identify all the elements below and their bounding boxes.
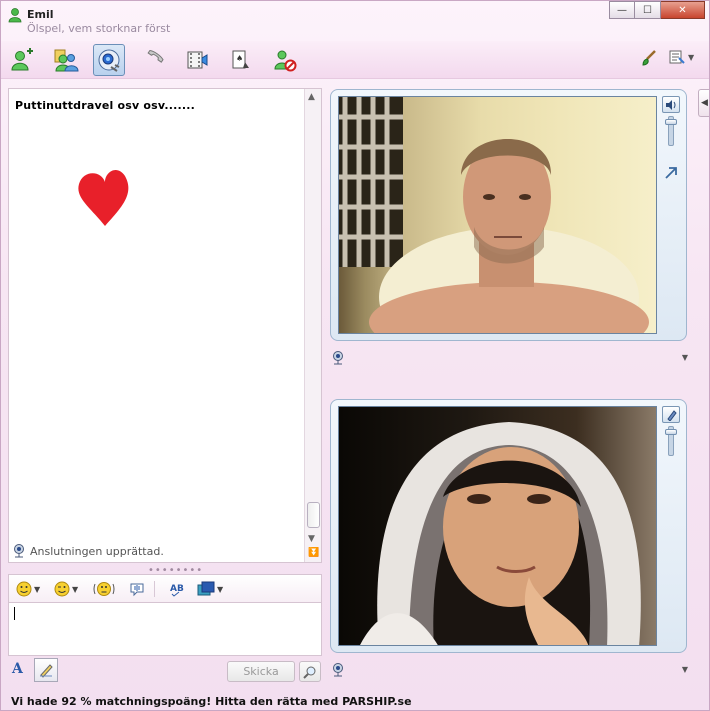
scroll-down-icon[interactable]: ▼ [308,534,315,544]
svg-text:AB: AB [170,584,184,594]
phone-call-icon [147,49,164,63]
webcam-icon[interactable] [332,663,344,677]
webcam-call-button[interactable] [93,44,125,76]
heart-ink-drawing [78,169,129,226]
messenger-buddy-icon [7,7,23,23]
show-menu-button[interactable]: ▼ [669,49,694,65]
chat-history[interactable]: Puttinuttdravel osv osv....... ▲ ▼ ⏬ Ans… [8,88,322,563]
block-contact-icon [274,50,297,72]
close-button[interactable]: ✕ [661,1,705,19]
history-scrollbar[interactable]: ▲ ▼ ⏬ [304,89,321,562]
wink-icon [54,581,70,597]
text-caret [14,607,15,620]
webcam-icon[interactable] [332,351,344,365]
games-button[interactable]: ♠ [225,44,257,76]
theme-button[interactable] [641,49,659,70]
formatting-bar: ▼ ▼ AB ▼ [8,574,322,602]
mic-slider-thumb[interactable] [665,429,677,435]
self-video-panel [330,399,687,653]
font-icon[interactable]: A [12,661,23,677]
pen-icon [40,664,53,678]
contact-video-panel [330,89,687,341]
chevron-down-icon[interactable]: ▼ [682,665,688,674]
block-contact-button[interactable] [269,44,301,76]
webcam-call-icon [98,49,120,72]
background-icon [197,581,215,596]
volume-slider-thumb[interactable] [665,119,677,125]
nudge-icon [93,582,115,596]
spell-check-icon: AB [170,584,184,597]
invite-contact-button[interactable] [6,44,38,76]
search-icon [303,666,316,679]
toolbar-separator [154,581,155,597]
speaker-button[interactable] [662,96,680,113]
maximize-button[interactable]: ☐ [635,1,661,19]
wink-button[interactable]: ▼ [54,579,78,599]
expand-icon[interactable] [664,166,678,180]
self-video-feed[interactable] [338,406,657,646]
message-input[interactable] [8,602,322,656]
toolbar: ♠ ▼ [1,41,709,79]
minimize-button[interactable]: — [609,1,635,19]
share-contacts-icon [54,49,79,72]
nudge-button[interactable] [93,579,115,599]
microphone-button[interactable] [662,406,680,423]
games-icon: ♠ [232,50,249,69]
contact-video-feed[interactable] [338,96,657,334]
video-clip-button[interactable] [181,44,213,76]
video-clip-icon [187,51,208,69]
chevron-down-icon: ▼ [72,584,79,594]
search-button[interactable] [299,661,321,682]
speaker-icon [666,99,676,110]
contact-name: Emil [27,8,54,21]
svg-text:♠: ♠ [236,54,243,63]
chevron-left-icon: ◀ [701,98,708,108]
spell-check-button[interactable]: AB [169,579,187,599]
background-button[interactable]: ▼ [197,579,223,599]
title-bar[interactable]: Emil Ölspel, vem storknar först — ☐ ✕ [1,1,709,41]
invite-contact-icon [11,48,33,71]
menu-icon [669,50,685,64]
chevron-down-icon: ▼ [217,584,224,594]
scroll-up-icon[interactable]: ▲ [308,92,315,102]
contact-webcam-image [339,97,649,333]
chevron-down-icon: ▼ [688,52,695,62]
send-button[interactable]: Skicka [227,661,295,682]
handwriting-button[interactable] [34,658,58,682]
emoticon-icon [16,581,32,597]
contact-status-message: Ölspel, vem storknar först [27,22,171,35]
chevron-down-icon: ▼ [34,584,41,594]
scroll-end-icon[interactable]: ⏬ [308,548,319,558]
share-contacts-button[interactable] [50,44,82,76]
ad-banner-text[interactable]: Vi hade 92 % matchningspoäng! Hitta den … [11,695,412,708]
window-controls: — ☐ ✕ [609,1,705,19]
emoticon-button[interactable]: ▼ [16,579,40,599]
voice-clip-button[interactable] [129,579,145,599]
connection-status-text: Anslutningen upprättad. [30,544,164,558]
paintbrush-icon [642,50,656,66]
phone-call-button[interactable] [137,44,169,76]
contact-video-footer: ▼ [330,351,690,367]
chat-message: Puttinuttdravel osv osv....... [15,99,196,112]
volume-slider[interactable] [665,116,677,146]
compose-actions: A Skicka [8,658,322,684]
self-webcam-image [360,422,641,645]
microphone-icon [667,409,677,421]
collapse-panel-button[interactable]: ◀ [698,89,709,117]
webcam-status-icon [14,544,24,558]
self-video-footer: ▼ [330,663,690,679]
mic-slider[interactable] [665,426,677,456]
scroll-thumb[interactable] [307,502,320,528]
chevron-down-icon[interactable]: ▼ [682,353,688,362]
voice-clip-icon [130,583,144,597]
connection-status: Anslutningen upprättad. [13,544,164,558]
chat-window: Emil Ölspel, vem storknar först — ☐ ✕ ♠ … [0,0,710,711]
